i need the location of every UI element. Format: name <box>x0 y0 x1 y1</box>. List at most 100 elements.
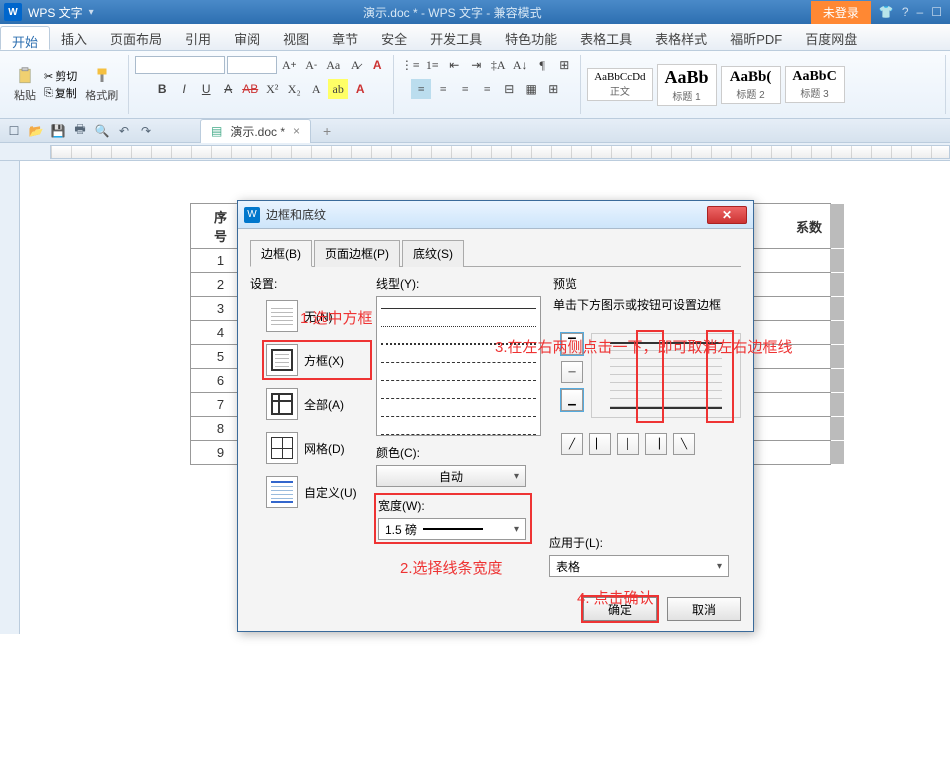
maximize-icon[interactable]: ☐ <box>931 5 942 19</box>
pv-border-bottom-button[interactable]: ▁ <box>561 389 583 411</box>
strike2-button[interactable]: AB <box>240 79 260 99</box>
width-select[interactable]: 1.5 磅 <box>378 518 526 540</box>
numbering-button[interactable]: 1≡ <box>422 55 442 75</box>
tab-chapter[interactable]: 章节 <box>321 24 370 50</box>
setting-box[interactable]: 方框(X) <box>264 342 370 378</box>
vertical-ruler[interactable] <box>0 161 20 634</box>
style-h1[interactable]: AaBb标题 1 <box>657 64 717 106</box>
pv-border-right-button[interactable]: ▕ <box>645 433 667 455</box>
shrink-font-button[interactable]: A- <box>301 55 321 75</box>
cut-button[interactable]: ✂剪切 <box>44 68 77 84</box>
save-icon[interactable]: 💾 <box>50 123 66 139</box>
tab-security[interactable]: 安全 <box>370 24 419 50</box>
superscript-button[interactable]: X² <box>262 79 282 99</box>
underline-button[interactable]: U <box>196 79 216 99</box>
showmarks-button[interactable]: ¶ <box>532 55 552 75</box>
font-color2-button[interactable]: A <box>367 55 387 75</box>
tab-start[interactable]: 开始 <box>0 26 50 50</box>
line-option[interactable] <box>381 373 536 387</box>
tab-layout[interactable]: 页面布局 <box>99 24 174 50</box>
tab-review[interactable]: 审阅 <box>223 24 272 50</box>
undo-icon[interactable]: ↶ <box>116 123 132 139</box>
formatpainter-button[interactable]: 格式刷 <box>81 65 122 105</box>
help-icon[interactable]: ? <box>902 5 909 19</box>
tab-baidu[interactable]: 百度网盘 <box>794 24 869 50</box>
emphasis-button[interactable]: A <box>306 79 326 99</box>
redo-icon[interactable]: ↷ <box>138 123 154 139</box>
align-right-button[interactable]: ≡ <box>455 79 475 99</box>
subscript-button[interactable]: X₂ <box>284 79 304 99</box>
linespace-button[interactable]: ‡A <box>488 55 508 75</box>
new-icon[interactable]: ☐ <box>6 123 22 139</box>
change-case-button[interactable]: Aa <box>323 55 343 75</box>
line-option[interactable] <box>381 409 536 423</box>
align-justify-button[interactable]: ≡ <box>477 79 497 99</box>
indent-left-button[interactable]: ⇤ <box>444 55 464 75</box>
style-normal[interactable]: AaBbCcDd正文 <box>587 68 652 101</box>
align-left-button[interactable]: ≡ <box>411 79 431 99</box>
style-h2[interactable]: AaBb(标题 2 <box>721 66 781 104</box>
login-button[interactable]: 未登录 <box>811 1 871 24</box>
distribute-button[interactable]: ⊟ <box>499 79 519 99</box>
shading-button[interactable]: ▦ <box>521 79 541 99</box>
setting-grid[interactable]: 网格(D) <box>264 430 370 466</box>
font-size-select[interactable] <box>227 56 277 74</box>
minimize-icon[interactable]: – <box>917 5 924 19</box>
tabs-button[interactable]: ⊞ <box>554 55 574 75</box>
line-option[interactable] <box>381 355 536 369</box>
pv-border-left-button[interactable]: ▏ <box>589 433 611 455</box>
line-option[interactable] <box>381 319 536 333</box>
strike-button[interactable]: A <box>218 79 238 99</box>
italic-button[interactable]: I <box>174 79 194 99</box>
tab-tabletools[interactable]: 表格工具 <box>569 24 644 50</box>
tab-feature[interactable]: 特色功能 <box>494 24 569 50</box>
font-color-button[interactable]: A <box>350 79 370 99</box>
document-tab[interactable]: ▤ 演示.doc * × <box>200 119 311 143</box>
new-tab-button[interactable]: + <box>323 123 331 139</box>
tab-dev[interactable]: 开发工具 <box>419 24 494 50</box>
preview-icon[interactable]: 🔍 <box>94 123 110 139</box>
dlg-tab-pageborder[interactable]: 页面边框(P) <box>314 240 400 267</box>
bold-button[interactable]: B <box>152 79 172 99</box>
applyto-select[interactable]: 表格 <box>549 555 729 577</box>
open-icon[interactable]: 📂 <box>28 123 44 139</box>
bullets-button[interactable]: ⋮≡ <box>400 55 420 75</box>
color-select[interactable]: 自动 <box>376 465 526 487</box>
dialog-tabs: 边框(B) 页面边框(P) 底纹(S) <box>250 239 741 267</box>
setting-custom[interactable]: 自定义(U) <box>264 474 370 510</box>
pv-diag2-button[interactable]: ╲ <box>673 433 695 455</box>
paste-button[interactable]: 粘贴 <box>10 65 40 105</box>
clear-format-button[interactable]: A̷ <box>345 55 365 75</box>
dialog-close-button[interactable]: ✕ <box>707 206 747 224</box>
tab-reference[interactable]: 引用 <box>174 24 223 50</box>
font-family-select[interactable] <box>135 56 225 74</box>
pv-border-hmid-button[interactable]: ─ <box>561 361 583 383</box>
line-option[interactable] <box>381 427 536 436</box>
style-h3[interactable]: AaBbC标题 3 <box>785 66 845 103</box>
line-option[interactable] <box>381 391 536 405</box>
dlg-tab-shading[interactable]: 底纹(S) <box>402 240 464 267</box>
linetype-list[interactable] <box>376 296 541 436</box>
setting-all[interactable]: 全部(A) <box>264 386 370 422</box>
tab-view[interactable]: 视图 <box>272 24 321 50</box>
dialog-titlebar[interactable]: W 边框和底纹 ✕ <box>238 201 753 229</box>
copy-button[interactable]: ⎘复制 <box>44 85 77 101</box>
align-center-button[interactable]: ≡ <box>433 79 453 99</box>
tab-insert[interactable]: 插入 <box>50 24 99 50</box>
border-button[interactable]: ⊞ <box>543 79 563 99</box>
horizontal-ruler[interactable] <box>50 145 950 159</box>
cancel-button[interactable]: 取消 <box>667 597 741 621</box>
indent-right-button[interactable]: ⇥ <box>466 55 486 75</box>
pv-border-vmid-button[interactable]: │ <box>617 433 639 455</box>
dlg-tab-border[interactable]: 边框(B) <box>250 240 312 267</box>
tshirt-icon[interactable]: 👕 <box>879 5 894 19</box>
sort-button[interactable]: A↓ <box>510 55 530 75</box>
highlight-button[interactable]: ab <box>328 79 348 99</box>
close-tab-icon[interactable]: × <box>293 124 300 138</box>
pv-diag1-button[interactable]: ╱ <box>561 433 583 455</box>
tab-foxit[interactable]: 福昕PDF <box>719 24 794 50</box>
grow-font-button[interactable]: A+ <box>279 55 299 75</box>
print-icon[interactable]: 🖶 <box>72 123 88 139</box>
line-option[interactable] <box>381 301 536 315</box>
tab-tablestyle[interactable]: 表格样式 <box>644 24 719 50</box>
